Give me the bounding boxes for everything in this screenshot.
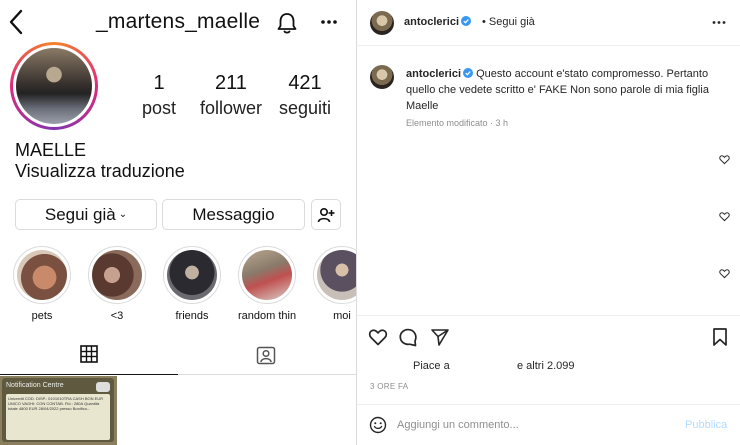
following-button-label: Segui già <box>44 204 116 224</box>
stat-posts-count: 1 <box>153 72 165 94</box>
stat-posts-label: post <box>141 98 177 118</box>
follow-status[interactable]: • Segui già <box>482 16 535 28</box>
highlight-friends-image <box>167 250 217 300</box>
publish-button[interactable]: Pubblica <box>685 419 727 431</box>
post-thumbnail[interactable]: Notification Centre Unicredit COD. DISP.… <box>0 376 117 445</box>
highlight-moi-image <box>317 250 356 300</box>
highlight-random-things[interactable]: random thin... <box>238 246 296 322</box>
add-comment-bar: Pubblica <box>357 404 740 445</box>
comment-bubble-icon[interactable] <box>398 327 418 347</box>
caption-comment: antoclerici Questo account e'stato compr… <box>406 66 716 114</box>
likes-count[interactable]: e altri 2.099 <box>517 360 574 372</box>
highlight-label: moi <box>333 310 351 322</box>
follow-status-label: Segui già <box>488 16 535 28</box>
highlight-moi[interactable]: moi <box>313 246 356 322</box>
stat-following-count: 421 <box>288 72 322 94</box>
profile-tabs <box>0 337 356 375</box>
see-translation-link[interactable]: Visualizza traduzione <box>15 161 185 182</box>
share-send-icon[interactable] <box>430 327 450 347</box>
message-button-label: Messaggio <box>192 204 275 224</box>
suggest-users-button[interactable] <box>311 199 341 230</box>
like-comment-heart-icon[interactable] <box>719 268 730 279</box>
notification-title: Notification Centre <box>6 382 64 389</box>
stat-following-label: seguiti <box>278 98 332 118</box>
more-options-icon[interactable] <box>320 19 338 25</box>
save-bookmark-icon[interactable] <box>710 327 730 347</box>
comment-input[interactable] <box>397 415 657 435</box>
following-button[interactable]: Segui già ⌄ <box>15 199 157 230</box>
tab-tagged[interactable] <box>178 337 356 375</box>
author-name-wrap: antoclerici <box>404 16 472 28</box>
highlight-friends[interactable]: friends <box>163 246 221 322</box>
like-comment-heart-icon[interactable] <box>719 154 730 165</box>
stat-posts[interactable]: 1 post <box>140 72 178 119</box>
chevron-down-icon: ⌄ <box>118 209 128 220</box>
post-timestamp: 3 ORE FA <box>370 382 409 391</box>
verified-badge-icon <box>463 68 474 78</box>
message-button[interactable]: Messaggio <box>162 199 305 230</box>
grid-icon <box>80 345 98 363</box>
notification-body: Unicredit COD. DISP.: 0101010TRA CASH BO… <box>6 394 110 440</box>
toggle-icon <box>96 382 110 392</box>
tagged-person-icon <box>256 346 276 365</box>
likes-prefix: Piace a <box>413 360 450 372</box>
highlight-heart[interactable]: <3 <box>88 246 146 322</box>
author-username[interactable]: antoclerici <box>404 16 459 28</box>
comment-author[interactable]: antoclerici <box>406 68 461 80</box>
stat-followers-label: follower <box>199 98 263 118</box>
notification-screenshot: Notification Centre Unicredit COD. DISP.… <box>2 378 114 442</box>
highlight-heart-image <box>92 250 142 300</box>
tab-posts-grid[interactable] <box>0 337 178 375</box>
highlight-pets-image <box>17 250 67 300</box>
post-actions <box>357 315 740 355</box>
like-comment-heart-icon[interactable] <box>719 211 730 222</box>
highlight-label: <3 <box>110 310 124 322</box>
like-heart-icon[interactable] <box>368 327 388 347</box>
highlight-label: pets <box>31 310 53 322</box>
verified-badge-icon <box>461 16 472 26</box>
bell-icon[interactable] <box>276 11 298 35</box>
add-person-icon <box>317 207 335 222</box>
highlight-label: friends <box>175 310 209 322</box>
stat-followers[interactable]: 211 follower <box>199 72 263 119</box>
highlight-random-image <box>242 250 292 300</box>
more-options-icon[interactable] <box>712 20 726 25</box>
post-panel: antoclerici • Segui già antoclerici Ques… <box>357 0 740 445</box>
author-avatar[interactable] <box>370 11 394 35</box>
profile-panel: _martens_maelle 1 post 211 follower 421 … <box>0 0 356 445</box>
comment-author-avatar[interactable] <box>370 65 394 89</box>
post-header: antoclerici • Segui già <box>357 0 740 46</box>
stat-followers-count: 211 <box>215 72 247 94</box>
highlight-pets[interactable]: pets <box>13 246 71 322</box>
highlight-label: random thin... <box>238 310 296 322</box>
back-arrow-icon[interactable] <box>6 8 26 36</box>
emoji-smiley-icon[interactable] <box>369 416 387 434</box>
comment-meta: Elemento modificato · 3 h <box>406 118 509 128</box>
stat-following[interactable]: 421 seguiti <box>276 72 334 119</box>
profile-header: _martens_maelle <box>0 0 356 46</box>
avatar-image <box>16 48 92 124</box>
profile-display-name: MAELLE <box>15 140 87 160</box>
profile-username: _martens_maelle <box>96 10 261 33</box>
profile-avatar[interactable] <box>10 42 98 130</box>
